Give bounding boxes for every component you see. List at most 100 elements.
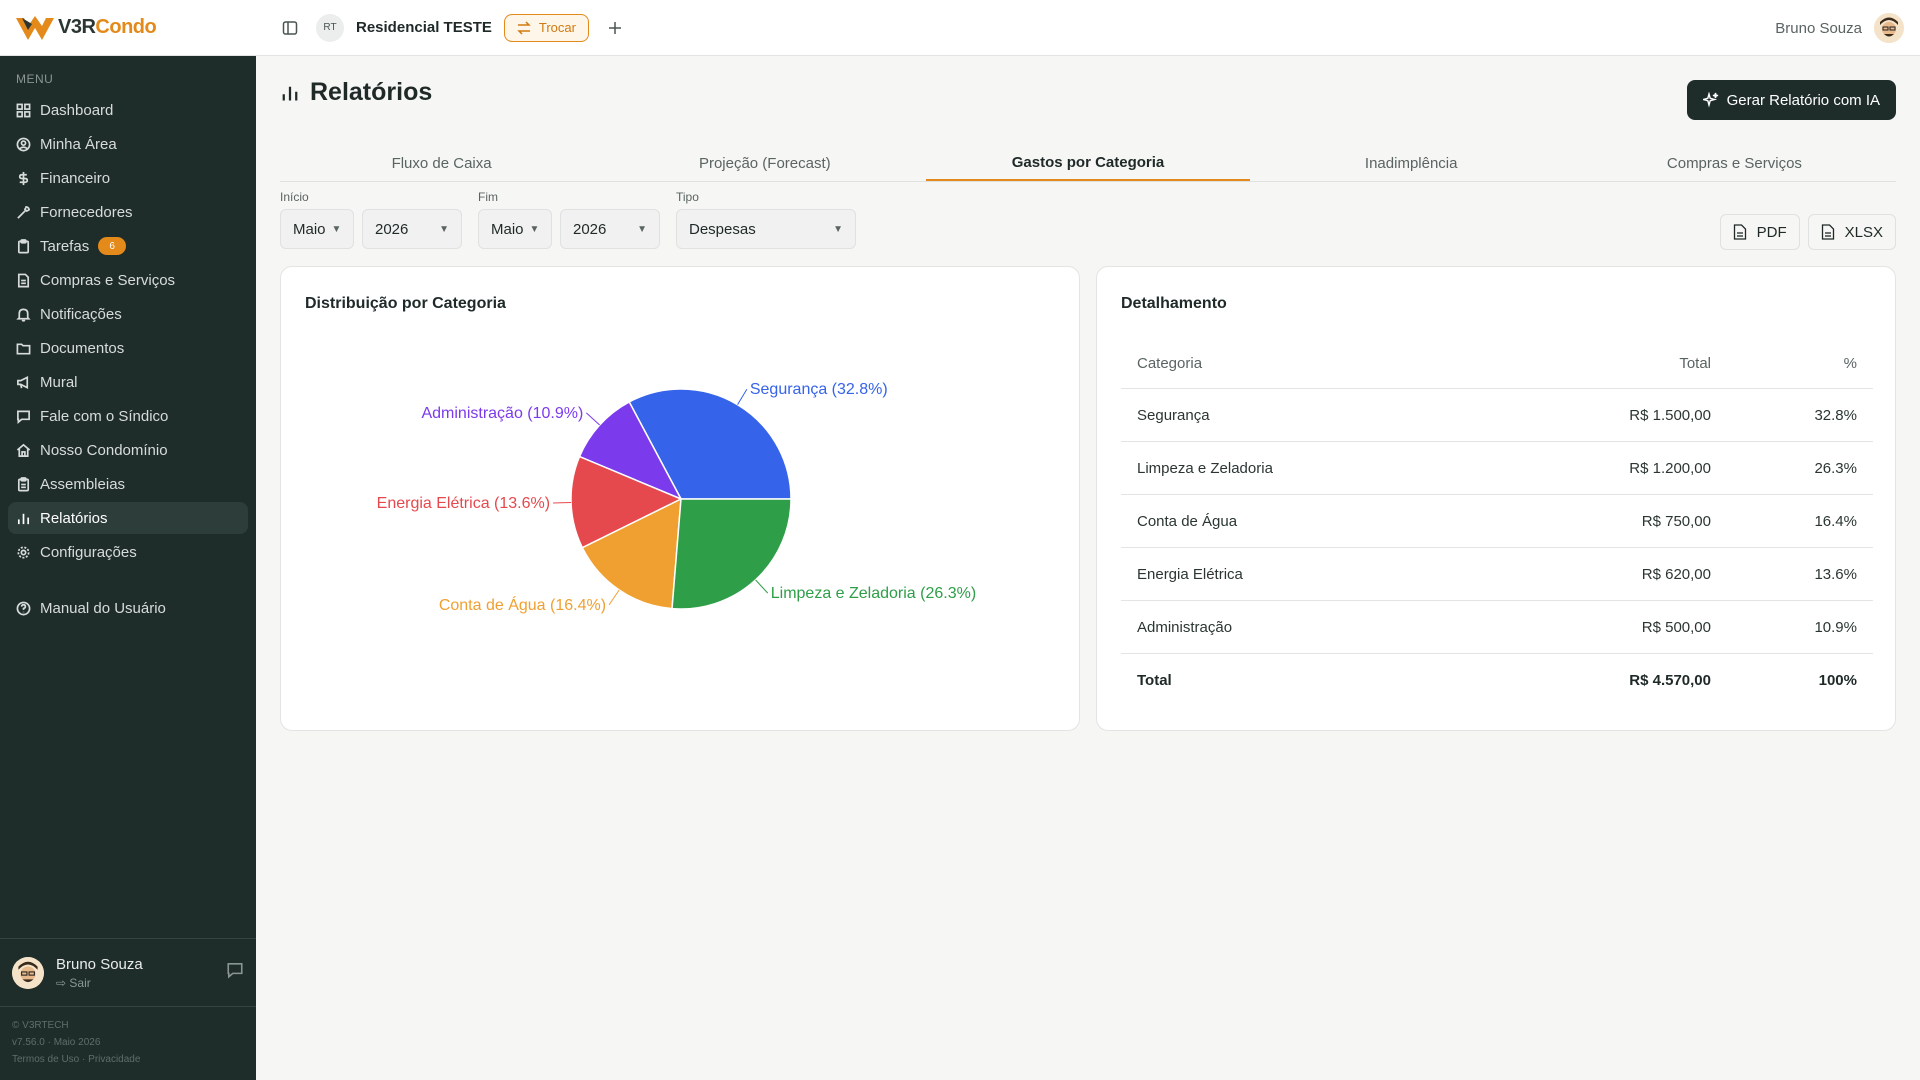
details-table: Categoria Total % Segurança R$ 1.500,00 … [1121,339,1873,707]
megaphone-icon [17,375,29,389]
chevron-down-icon: ▼ [331,223,342,235]
table-header-row: Categoria Total % [1121,339,1873,389]
sidebar-item-label: Mural [40,373,78,391]
row-percent: 13.6% [1814,565,1857,583]
avatar-face-icon [12,956,44,989]
type-select[interactable]: Despesas ▼ [676,209,856,249]
sidebar-item-assembleias[interactable]: Assembleias [8,468,248,500]
logout-link[interactable]: ⇨ Sair [56,976,143,990]
sidebar-item-manual[interactable]: Manual do Usuário [8,592,248,624]
report-tabs: Fluxo de Caixa Projeção (Forecast) Gasto… [280,146,1896,182]
condo-name: Residencial TESTE [356,19,492,36]
tab-compras-servicos[interactable]: Compras e Serviços [1573,146,1896,181]
sidebar-item-financeiro[interactable]: Financeiro [8,162,248,194]
table-row: Limpeza e Zeladoria R$ 1.200,00 26.3% [1121,442,1873,495]
logo-mark-icon [16,15,54,40]
folder-icon [16,342,31,354]
tab-inadimplencia[interactable]: Inadimplência [1250,146,1573,181]
bar-chart-icon [17,513,30,524]
export-xlsx-button[interactable]: XLSX [1807,214,1896,250]
user-circle-icon [16,137,31,151]
tab-projecao[interactable]: Projeção (Forecast) [603,146,926,181]
end-year-select[interactable]: 2026 ▼ [560,209,660,249]
export-pdf-button[interactable]: PDF [1719,214,1800,250]
pie-label: Segurança (32.8%) [750,381,888,398]
sidebar-item-label: Assembleias [40,475,126,493]
brand-logo[interactable]: V3RCondo [0,0,256,56]
category-distribution-card: Distribuição por Categoria Segurança (32… [280,266,1080,731]
row-percent: 32.8% [1814,406,1857,424]
row-category: Energia Elétrica [1137,565,1243,583]
sidebar-item-minha-area[interactable]: Minha Área [8,128,248,160]
row-category: Conta de Água [1137,512,1238,530]
file-text-icon [1821,224,1834,240]
sidebar-item-notificacoes[interactable]: Notificações [8,298,248,330]
tab-gastos-categoria[interactable]: Gastos por Categoria [926,146,1250,181]
support-chat-button[interactable] [226,961,244,984]
tab-fluxo-caixa[interactable]: Fluxo de Caixa [280,146,603,181]
row-category: Limpeza e Zeladoria [1137,459,1273,477]
column-header-percent: % [1843,355,1857,372]
user-avatar[interactable] [1874,13,1904,43]
sidebar-item-fale-sindico[interactable]: Fale com o Síndico [8,400,248,432]
logout-icon: ⇨ [56,975,67,990]
menu-section-label: MENU [16,72,54,86]
pie-label: Conta de Água (16.4%) [439,595,606,614]
row-category: Segurança [1137,406,1210,424]
sidebar-item-nosso-condominio[interactable]: Nosso Condomínio [8,434,248,466]
sidebar-item-mural[interactable]: Mural [8,366,248,398]
start-year-select[interactable]: 2026 ▼ [362,209,462,249]
toggle-sidebar-button[interactable] [276,14,304,42]
sidebar-item-compras-servicos[interactable]: Compras e Serviços [8,264,248,296]
sidebar-item-tarefas[interactable]: Tarefas 6 [8,230,248,262]
row-category: Administração [1137,618,1233,636]
chevron-down-icon: ▼ [439,223,449,235]
table-card-title: Detalhamento [1121,295,1227,312]
sidebar-item-label: Notificações [40,305,122,323]
sidebar-item-label: Fornecedores [40,203,133,221]
pie-label: Administração (10.9%) [421,405,583,422]
avatar-face-icon [1874,13,1904,43]
generate-ai-report-label: Gerar Relatório com IA [1726,91,1880,109]
clipboard-icon [17,238,30,253]
generate-ai-report-button[interactable]: Gerar Relatório com IA [1686,80,1896,120]
logo-text-part2: Condo [95,16,157,38]
condo-initials-badge: RT [316,13,344,42]
top-user-name: Bruno Souza [1775,19,1862,37]
start-label: Início [280,190,309,204]
swap-arrows-icon [517,20,531,35]
chevron-down-icon: ▼ [833,223,843,235]
bar-chart-icon [282,86,298,100]
switch-condo-button[interactable]: Trocar [503,13,589,42]
sidebar-user-panel: Bruno Souza ⇨ Sair [0,938,256,1006]
type-value: Despesas [689,220,756,238]
logo-text: V3RCondo [58,16,157,39]
start-year-value: 2026 [375,220,409,238]
total-percent: 100% [1818,672,1857,689]
add-condo-button[interactable] [601,14,629,42]
start-month-select[interactable]: Maio ▼ [280,209,354,249]
page-header: Relatórios [280,78,432,107]
sidebar-item-configuracoes[interactable]: Configurações [8,536,248,568]
row-total: R$ 620,00 [1641,565,1711,583]
table-row: Administração R$ 500,00 10.9% [1121,601,1873,654]
sidebar-item-documentos[interactable]: Documentos [8,332,248,364]
sidebar-item-label: Configurações [40,543,137,561]
end-month-select[interactable]: Maio ▼ [478,209,552,249]
pie-label: Energia Elétrica (13.6%) [377,495,550,512]
export-xlsx-label: XLSX [1844,223,1883,241]
sidebar-user-avatar[interactable] [12,956,44,989]
sidebar-item-fornecedores[interactable]: Fornecedores [8,196,248,228]
sidebar-item-relatorios[interactable]: Relatórios [8,502,248,534]
export-buttons: PDF XLSX [1719,214,1896,250]
sidebar-item-label: Financeiro [40,169,111,187]
category-pie-chart: Segurança (32.8%) Administração (10.9%) En… [377,381,977,614]
sidebar-item-label: Fale com o Síndico [40,407,169,425]
row-percent: 16.4% [1814,512,1857,530]
privacy-link[interactable]: Privacidade [88,1054,140,1065]
message-square-icon [227,963,243,979]
logout-label: Sair [69,975,91,990]
sidebar-item-dashboard[interactable]: Dashboard [8,94,248,126]
bell-icon [16,307,31,322]
terms-link[interactable]: Termos de Uso [12,1054,79,1065]
